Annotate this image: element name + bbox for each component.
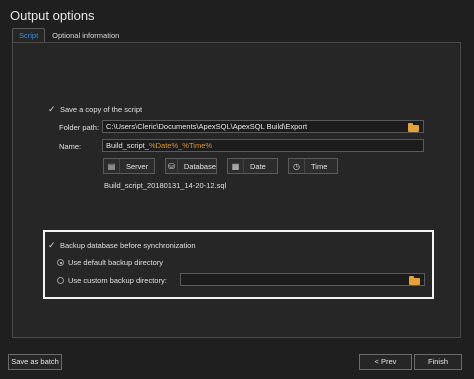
prev-button[interactable]: < Prev [359, 354, 412, 370]
radio-unselected-icon [57, 277, 64, 284]
custom-backup-dir-radio[interactable]: Use custom backup directory: [57, 276, 167, 285]
tab-optional-information[interactable]: Optional information [45, 28, 126, 43]
backup-database-label: Backup database before synchronization [60, 241, 196, 250]
save-as-batch-button[interactable]: Save as batch [8, 354, 62, 370]
folder-path-input[interactable]: C:\Users\Cleric\Documents\ApexSQL\ApexSQ… [102, 120, 424, 133]
clock-icon: ◷ [289, 159, 305, 173]
checkmark-icon: ✓ [48, 240, 56, 250]
tab-script[interactable]: Script [12, 28, 46, 43]
database-icon: ⛁ [166, 159, 178, 173]
insert-time-button[interactable]: ◷ Time [288, 158, 338, 174]
name-label: Name: [59, 142, 82, 151]
calendar-icon: ▦ [228, 159, 244, 173]
insert-date-button[interactable]: ▦ Date [227, 158, 278, 174]
backup-database-checkbox[interactable]: ✓ Backup database before synchronization [48, 240, 196, 251]
default-backup-dir-radio[interactable]: Use default backup directory [57, 258, 163, 267]
browse-folder-icon[interactable] [409, 276, 421, 285]
script-name-preview: Build_script_20180131_14-20-12.sql [104, 181, 227, 190]
tab-bar: Script Optional information [12, 28, 126, 43]
insert-server-button[interactable]: ▤ Server [103, 158, 155, 174]
name-input[interactable]: Build_script_%Date%_%Time% [102, 139, 424, 152]
custom-backup-dir-label: Use custom backup directory: [68, 276, 167, 285]
folder-path-label: Folder path: [59, 123, 100, 132]
browse-folder-icon[interactable] [408, 123, 420, 132]
window-title: Output options [10, 8, 95, 23]
name-tokens: %Date%_%Time% [148, 141, 213, 150]
radio-selected-icon [57, 259, 64, 266]
name-prefix: Build_script_ [106, 141, 149, 150]
default-backup-dir-label: Use default backup directory [68, 258, 164, 267]
custom-backup-dir-input[interactable] [180, 273, 425, 286]
save-copy-label: Save a copy of the script [60, 105, 143, 114]
insert-database-button[interactable]: ⛁ Database [165, 158, 217, 174]
folder-path-value: C:\Users\Cleric\Documents\ApexSQL\ApexSQ… [106, 122, 308, 131]
server-icon: ▤ [104, 159, 120, 173]
finish-button[interactable]: Finish [414, 354, 462, 370]
checkmark-icon: ✓ [48, 104, 56, 114]
save-copy-checkbox[interactable]: ✓ Save a copy of the script [48, 104, 142, 115]
